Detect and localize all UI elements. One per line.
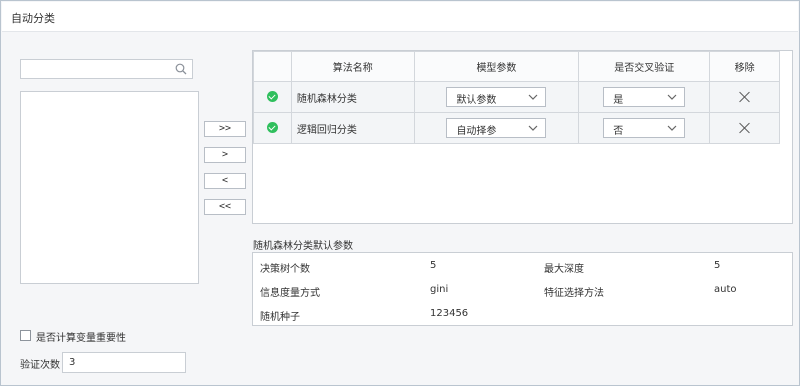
column-header-params: 模型参数: [413, 51, 580, 82]
validation-count-input[interactable]: 3: [62, 352, 186, 373]
cross-validation-value: 否: [613, 126, 624, 137]
table-header-row: 算法名称 模型参数 是否交叉验证 移除: [253, 51, 780, 82]
chevron-down-icon: [529, 94, 538, 100]
status-cell: [253, 81, 292, 113]
chevron-down-icon: [667, 125, 677, 131]
check-circle-icon: [266, 91, 278, 103]
chevron-down-icon: [529, 125, 538, 131]
chevron-down-icon: [667, 94, 677, 100]
panel-title: 自动分类: [11, 12, 55, 25]
available-algorithms-list[interactable]: [20, 91, 199, 284]
param-label: 决策树个数: [260, 264, 310, 275]
param-value: auto: [714, 284, 737, 295]
add-selected-button[interactable]: >: [204, 147, 246, 163]
column-header-name: 算法名称: [290, 51, 415, 82]
cv-cell: 否: [578, 112, 711, 144]
param-value: gini: [430, 284, 449, 295]
remove-all-button[interactable]: <<: [204, 199, 246, 215]
selected-algorithms-table: 算法名称 模型参数 是否交叉验证 移除 随机森林分类 默认参数 是 逻辑回归分类…: [253, 51, 780, 144]
search-icon[interactable]: [175, 63, 187, 75]
cross-validation-value: 是: [613, 95, 624, 106]
add-all-button[interactable]: >>: [204, 121, 246, 137]
cross-validation-select[interactable]: 否: [603, 118, 686, 138]
table-row[interactable]: 逻辑回归分类 自动择参 否: [253, 112, 780, 144]
remove-selected-button[interactable]: <: [204, 173, 246, 189]
remove-cell: [709, 112, 780, 144]
param-label: 随机种子: [260, 312, 300, 323]
param-label: 特征选择方法: [544, 288, 604, 299]
params-cell: 自动择参: [413, 112, 580, 144]
param-value: 5: [430, 260, 437, 271]
cv-cell: 是: [578, 81, 711, 113]
algorithm-name: 随机森林分类: [290, 81, 415, 113]
importance-label: 是否计算变量重要性: [36, 333, 126, 344]
remove-cell: [709, 81, 780, 113]
params-cell: 默认参数: [413, 81, 580, 113]
importance-checkbox[interactable]: [20, 330, 31, 341]
status-cell: [253, 112, 292, 144]
model-params-select[interactable]: 自动择参: [446, 118, 547, 138]
model-params-value: 自动择参: [456, 126, 497, 137]
close-icon[interactable]: [739, 122, 751, 134]
status-column-header: [253, 51, 292, 82]
close-icon[interactable]: [739, 91, 751, 103]
model-params-value: 默认参数: [456, 95, 497, 106]
param-value: 123456: [430, 308, 469, 319]
column-header-remove: 移除: [709, 51, 780, 82]
cross-validation-select[interactable]: 是: [603, 87, 686, 107]
params-box: 决策树个数 5 最大深度 5 信息度量方式 gini 特征选择方法 auto 随…: [252, 252, 793, 326]
algorithm-name: 逻辑回归分类: [290, 112, 415, 144]
selected-algorithms-table-box: 算法名称 模型参数 是否交叉验证 移除 随机森林分类 默认参数 是 逻辑回归分类…: [252, 50, 793, 224]
column-header-cross-validation: 是否交叉验证: [578, 51, 711, 82]
table-row[interactable]: 随机森林分类 默认参数 是: [253, 81, 780, 113]
check-circle-icon: [266, 122, 278, 134]
panel-header: 自动分类: [2, 2, 798, 32]
params-section-title: 随机森林分类默认参数: [253, 241, 353, 252]
param-label: 信息度量方式: [260, 288, 320, 299]
validation-count-label: 验证次数: [20, 360, 60, 371]
param-value: 5: [714, 260, 721, 271]
param-label: 最大深度: [544, 264, 584, 275]
auto-classify-panel: 自动分类 >> > < << 算法名称 模型参数 是否交叉验证 移除 随机森林分…: [0, 0, 800, 386]
validation-count-value: 3: [69, 357, 76, 368]
search-input[interactable]: [20, 59, 193, 79]
model-params-select[interactable]: 默认参数: [446, 87, 547, 107]
